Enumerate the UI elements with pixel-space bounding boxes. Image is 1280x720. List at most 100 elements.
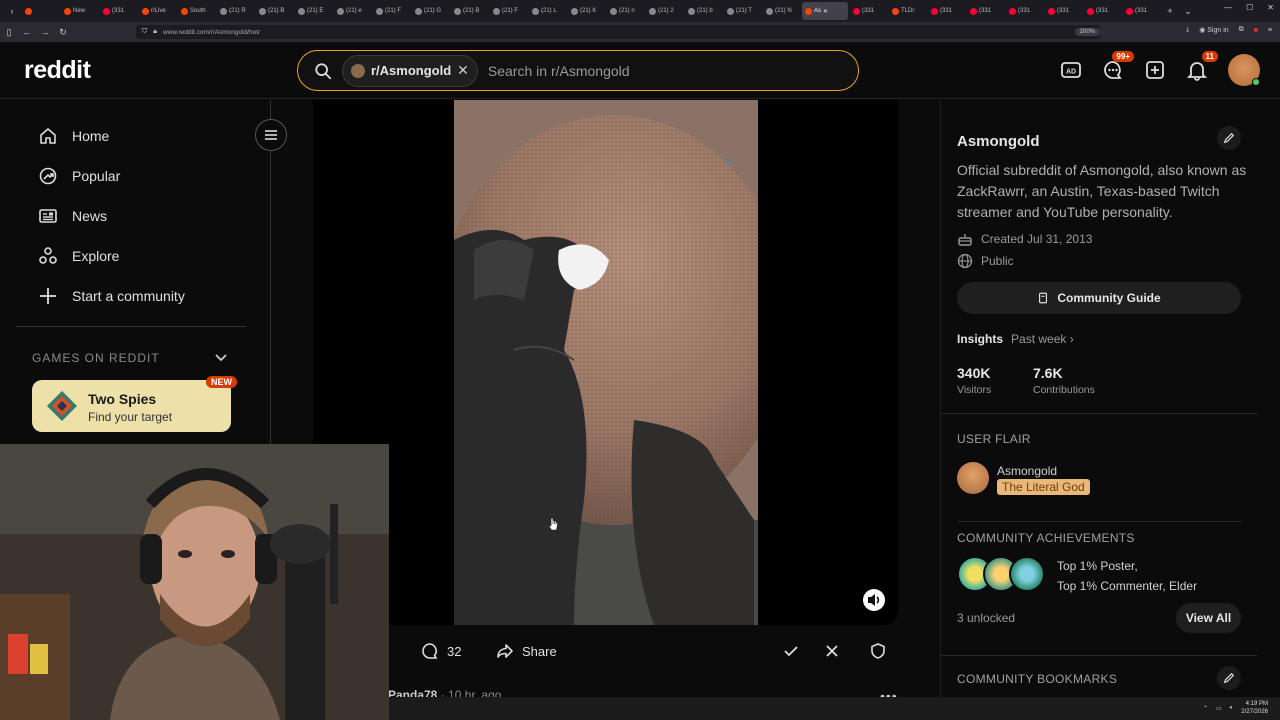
tab-overflow-icon[interactable]: ⌄ <box>1180 6 1196 17</box>
game-card-two-spies[interactable]: Two Spies Find your target NEW <box>32 376 237 432</box>
edit-bookmarks-button[interactable] <box>1217 666 1241 690</box>
post-media-frame[interactable] <box>313 100 898 625</box>
browser-tab[interactable]: (331 <box>1006 2 1043 20</box>
edit-community-button[interactable] <box>1217 126 1241 150</box>
browser-tab[interactable]: As ✕ <box>802 2 848 20</box>
new-badge: NEW <box>206 376 237 388</box>
advertise-icon[interactable]: AD <box>1060 59 1082 81</box>
chat-icon[interactable]: 99+ <box>1102 51 1134 81</box>
download-icon[interactable]: ⤓ <box>1186 26 1189 34</box>
tab-favicon-icon <box>1048 7 1055 15</box>
tab-list-icon[interactable]: ‹ <box>4 6 20 16</box>
browser-tab[interactable]: (21) B <box>451 2 488 20</box>
subreddit-chip[interactable]: r/Asmongold ✕ <box>342 54 478 87</box>
mod-shield-button[interactable] <box>869 635 887 667</box>
zoom-level[interactable]: 200% <box>1074 28 1100 36</box>
clear-chip-icon[interactable]: ✕ <box>457 62 469 79</box>
forward-icon[interactable]: → <box>36 27 54 37</box>
close-tab-icon[interactable]: ✕ <box>823 8 828 15</box>
browser-tab[interactable]: (331 <box>100 2 137 20</box>
game-title: Two Spies <box>88 391 157 407</box>
browser-tab[interactable]: (331 <box>850 2 887 20</box>
minimize-icon[interactable]: — <box>1224 3 1232 12</box>
video-player[interactable] <box>454 100 758 625</box>
address-bar[interactable]: ⛉ 🔒︎ www.reddit.com/r/Asmongold/hot/ 200… <box>136 25 1100 39</box>
browser-tab[interactable]: (21) e <box>334 2 371 20</box>
chevron-down-icon[interactable] <box>214 350 228 364</box>
browser-tab[interactable]: r/Live <box>139 2 176 20</box>
browser-tab-label: TLDr <box>901 8 915 14</box>
reddit-logo[interactable]: reddit <box>24 56 91 85</box>
browser-toolbar-right: ⤓ ◉ Sign in ⧉ ■ ≡ <box>1186 26 1272 34</box>
browser-tab[interactable]: South <box>178 2 215 20</box>
volume-icon[interactable] <box>862 588 886 612</box>
browser-tab[interactable]: TLDr <box>889 2 926 20</box>
browser-tab[interactable]: (21) N <box>763 2 800 20</box>
nav-item-label: Popular <box>72 168 121 184</box>
browser-tab[interactable]: (21) R <box>217 2 254 20</box>
search-bar[interactable]: r/Asmongold ✕ Search in r/Asmongold <box>297 50 859 91</box>
browser-tab[interactable] <box>22 2 59 20</box>
search-input[interactable]: Search in r/Asmongold <box>488 63 630 79</box>
extension-red-icon[interactable]: ■ <box>1254 27 1258 34</box>
remove-button[interactable] <box>823 635 841 667</box>
browser-tab[interactable]: New <box>61 2 98 20</box>
account-icon[interactable]: ◉ Sign in <box>1199 26 1228 34</box>
flair-tag[interactable]: The Literal God <box>997 479 1090 495</box>
comments-button[interactable]: 32 <box>421 635 461 667</box>
achievements-text: Top 1% Poster, Top 1% Commenter, Elder <box>1057 556 1197 596</box>
new-tab-icon[interactable]: + <box>1162 6 1178 16</box>
flair-username[interactable]: Asmongold <box>997 464 1057 478</box>
subreddit-avatar <box>351 63 365 78</box>
browser-tab[interactable]: (21) n <box>607 2 644 20</box>
menu-icon[interactable]: ≡ <box>1268 27 1272 34</box>
stat-contributions: 7.6K Contributions <box>1033 365 1095 396</box>
browser-tab[interactable]: (331 <box>1123 2 1160 20</box>
tray-chevron-icon[interactable]: ⌃ <box>1203 705 1208 712</box>
browser-tab-strip: ‹ New (331 r/Live South (21) R (21) B (21) E (2… <box>0 0 1280 22</box>
insights-row[interactable]: Insights Past week › <box>957 332 1074 346</box>
browser-tab[interactable]: (331 <box>967 2 1004 20</box>
collapse-sidebar-button[interactable] <box>255 119 287 151</box>
tab-favicon-icon <box>454 7 461 15</box>
view-all-button[interactable]: View All <box>1176 603 1241 633</box>
nav-item-start-community[interactable]: Start a community <box>38 286 185 306</box>
close-window-icon[interactable]: ✕ <box>1267 3 1274 12</box>
clock[interactable]: 4:19 PM 2/27/2026 <box>1241 700 1268 716</box>
browser-tab[interactable]: (21) G <box>412 2 449 20</box>
browser-tab[interactable]: (21) F <box>373 2 410 20</box>
maximize-icon[interactable]: ☐ <box>1246 3 1253 12</box>
back-icon[interactable]: ← <box>18 27 36 37</box>
approve-button[interactable] <box>782 635 800 667</box>
volume-tray-icon[interactable]: 🔈︎ <box>1230 705 1234 712</box>
browser-tab-label: (21) b <box>697 8 713 14</box>
nav-item-home[interactable]: Home <box>38 126 109 146</box>
sidebar-toggle-icon[interactable]: ▯ <box>0 27 18 38</box>
browser-tab[interactable]: (21) B <box>256 2 293 20</box>
browser-tab[interactable]: (21) F <box>490 2 527 20</box>
network-icon[interactable]: ▭ <box>1216 705 1222 712</box>
browser-tab[interactable]: (21) E <box>295 2 332 20</box>
browser-tab[interactable]: (21) L <box>529 2 566 20</box>
extensions-icon[interactable]: ⧉ <box>1239 26 1244 34</box>
browser-tab[interactable]: (21) 2 <box>646 2 683 20</box>
user-avatar[interactable] <box>1228 54 1260 86</box>
browser-tab[interactable]: (331 <box>928 2 965 20</box>
nav-item-popular[interactable]: Popular <box>38 166 120 186</box>
create-post-icon[interactable] <box>1144 59 1166 81</box>
nav-item-explore[interactable]: Explore <box>38 246 119 266</box>
browser-tab[interactable]: (331 <box>1045 2 1082 20</box>
browser-tab[interactable]: (21) T <box>724 2 761 20</box>
share-button[interactable]: Share <box>496 635 557 667</box>
reload-icon[interactable]: ↻ <box>54 27 72 38</box>
nav-item-news[interactable]: News <box>38 206 107 226</box>
games-section-label: GAMES ON REDDIT <box>32 351 160 365</box>
divider <box>941 655 1257 656</box>
browser-tab[interactable]: (21) K <box>568 2 605 20</box>
browser-tab[interactable]: (21) b <box>685 2 722 20</box>
achievement-badges[interactable] <box>957 556 1047 592</box>
community-guide-button[interactable]: Community Guide <box>957 282 1241 314</box>
clock-date: 2/27/2026 <box>1241 709 1268 715</box>
browser-tab[interactable]: (331 <box>1084 2 1121 20</box>
notifications-icon[interactable]: 11 <box>1186 51 1218 81</box>
